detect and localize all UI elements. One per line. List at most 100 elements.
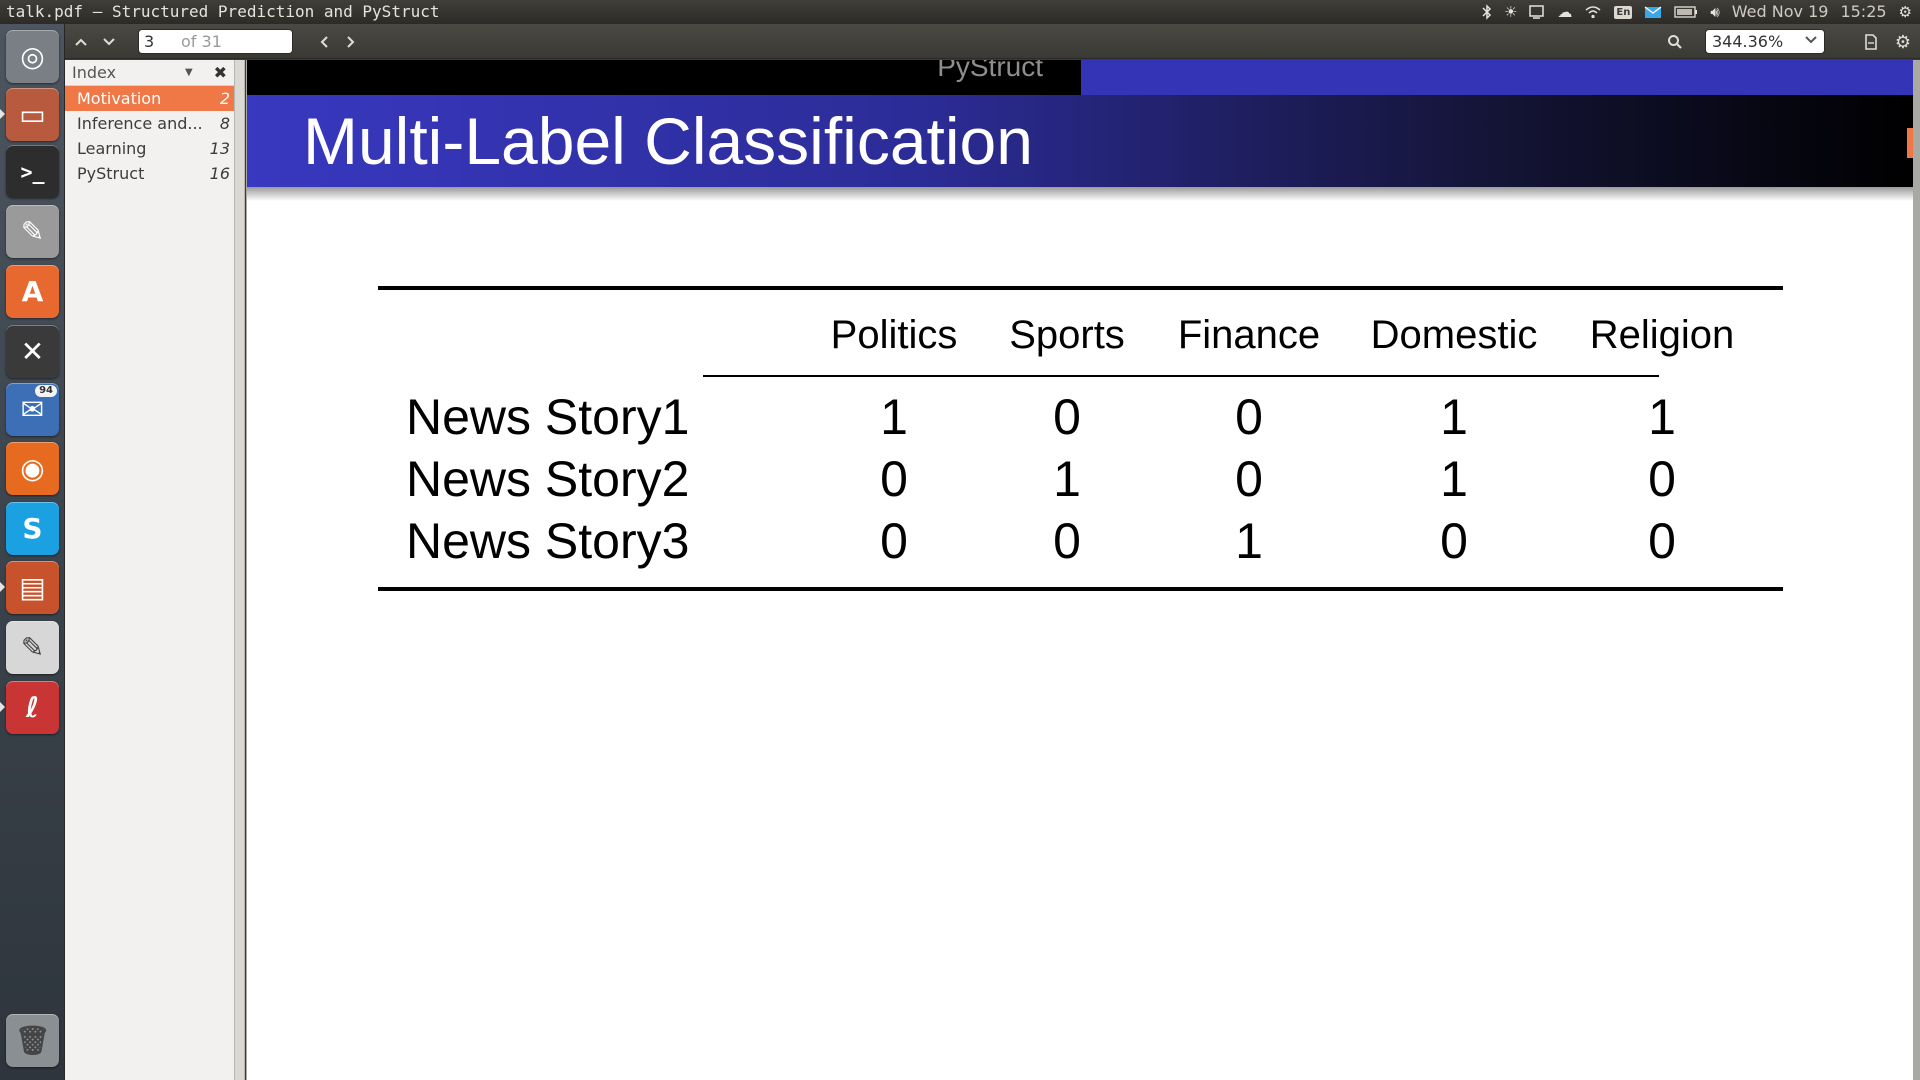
keyboard-icon[interactable]: En	[1614, 5, 1633, 19]
presentation-icon: ▤	[19, 571, 46, 604]
battery-icon[interactable]	[1674, 6, 1698, 18]
text-editor-icon: ✎	[20, 631, 45, 664]
panel-date[interactable]: Wed Nov 19	[1732, 0, 1829, 24]
running-indicator	[0, 582, 5, 592]
shopping-bag-icon: A	[21, 275, 44, 308]
unread-count-badge: 94	[35, 385, 57, 397]
firefox-icon: ◉	[20, 452, 45, 485]
column-header: Politics	[830, 313, 958, 357]
search-icon	[1668, 35, 1682, 49]
column-header: Finance	[1177, 313, 1321, 357]
index-item-label: Motivation	[77, 89, 162, 108]
index-item-page: 8	[219, 114, 230, 133]
history-back-button[interactable]	[311, 29, 337, 55]
multi-label-table: Politics Sports Finance Domestic Religion New…	[378, 286, 1783, 591]
index-list: Motivation 2 Inference and... 8 Learning 13 Py…	[65, 86, 234, 186]
settings-tools-icon: ✎	[20, 215, 45, 248]
launcher-item-firefox[interactable]: ◉	[6, 442, 59, 495]
row-label: News Story3	[406, 513, 690, 569]
launcher-item-software-center[interactable]: A	[6, 265, 59, 318]
launcher-item-system-settings[interactable]: ✎	[6, 205, 59, 258]
mail-icon[interactable]	[1644, 5, 1662, 19]
cloud-icon[interactable]: ☁	[1557, 0, 1572, 24]
document-properties-button[interactable]	[1858, 29, 1884, 55]
bluetooth-icon[interactable]	[1482, 4, 1492, 20]
chevron-right-icon	[347, 36, 355, 48]
sidebar-splitter[interactable]	[235, 60, 245, 1080]
document-icon	[1865, 34, 1877, 50]
slide-nav-bar: PyStruct	[247, 60, 1081, 95]
table-cell: 1	[1648, 389, 1676, 445]
table-top-rule	[378, 286, 1783, 290]
index-item-motivation[interactable]: Motivation 2	[65, 86, 234, 111]
indicator-area: ☀ ☁ En 🔊︎ Wed Nov 19 15:25 ⚙	[1482, 0, 1912, 24]
table-cell: 0	[1648, 451, 1676, 507]
launcher-item-dash[interactable]: ◎	[6, 30, 59, 83]
slide-nav-bar-accent	[1081, 60, 1913, 95]
sidebar-mode-select[interactable]: Index	[72, 63, 116, 82]
file-cabinet-icon: ▭	[19, 98, 46, 131]
table-cell: 0	[1648, 513, 1676, 569]
toolbar: of 31 344.36% ⚙	[65, 24, 1920, 59]
page-number-input[interactable]	[139, 30, 181, 53]
launcher-item-impress[interactable]: ▤	[0, 561, 59, 614]
index-item-pystruct[interactable]: PyStruct 16	[65, 161, 234, 186]
previous-page-button[interactable]	[68, 29, 94, 55]
document-view[interactable]: PyStruct Multi-Label Classification Poli…	[246, 60, 1920, 1080]
chevron-down-icon	[103, 38, 115, 46]
chevron-down-icon	[1804, 30, 1818, 53]
title-shadow	[247, 187, 1913, 201]
settings-icon[interactable]: ⚙	[1899, 0, 1912, 24]
history-forward-button[interactable]	[338, 29, 364, 55]
launcher-item-xchat[interactable]: ✕	[6, 325, 59, 378]
slide-nav-section: PyStruct	[937, 60, 1043, 82]
table-cell: 0	[880, 513, 908, 569]
find-button[interactable]	[1662, 29, 1688, 55]
table-cell: 0	[1235, 389, 1263, 445]
wifi-icon[interactable]	[1584, 5, 1602, 19]
index-item-label: Learning	[77, 139, 147, 158]
panel-time[interactable]: 15:25	[1840, 0, 1886, 24]
launcher-item-trash[interactable]: 🗑︎	[6, 1014, 59, 1067]
column-header: Religion	[1589, 313, 1735, 357]
index-item-learning[interactable]: Learning 13	[65, 136, 234, 161]
zoom-select[interactable]: 344.36%	[1705, 29, 1825, 54]
menu-button[interactable]: ⚙	[1890, 29, 1916, 55]
display-icon[interactable]	[1529, 5, 1545, 19]
pdf-page: PyStruct Multi-Label Classification Poli…	[247, 60, 1913, 1080]
row-label: News Story2	[406, 451, 690, 507]
slide-title-bar: Multi-Label Classification	[247, 95, 1913, 187]
table-cell: 0	[1053, 389, 1081, 445]
column-header: Sports	[1009, 313, 1125, 357]
ubuntu-logo-icon: ◎	[20, 40, 45, 73]
launcher-item-thunderbird[interactable]: ✉ 94	[6, 383, 59, 436]
launcher-item-text-editor[interactable]: ✎	[6, 621, 59, 674]
table-bottom-rule	[378, 587, 1783, 591]
skype-icon: S	[22, 512, 43, 545]
running-indicator	[0, 702, 5, 712]
trash-icon: 🗑︎	[14, 1024, 51, 1057]
volume-icon[interactable]: 🔊︎	[1710, 0, 1719, 24]
index-item-inference-and[interactable]: Inference and... 8	[65, 111, 234, 136]
index-item-page: 2	[219, 89, 230, 108]
pdf-viewer-icon: ℓ	[25, 691, 40, 724]
table-cell: 1	[1440, 451, 1468, 507]
launcher-item-pdf-viewer[interactable]: ℓ	[0, 681, 59, 734]
table-cell: 1	[880, 389, 908, 445]
column-header: Domestic	[1370, 313, 1538, 357]
scroll-indicator[interactable]	[1907, 128, 1913, 158]
launcher-item-files[interactable]: ▭	[0, 88, 59, 141]
close-icon[interactable]: ✖	[214, 60, 227, 86]
table-cell: 1	[1053, 451, 1081, 507]
index-item-label: Inference and...	[77, 114, 203, 133]
dropdown-arrow-icon[interactable]: ▼	[185, 60, 193, 86]
thunderbird-icon: ✉	[20, 393, 45, 426]
zoom-value: 344.36%	[1712, 32, 1784, 51]
next-page-button[interactable]	[96, 29, 122, 55]
xchat-icon: ✕	[20, 335, 45, 368]
launcher-item-skype[interactable]: S	[6, 502, 59, 555]
launcher-item-terminal[interactable]: >_	[6, 145, 59, 198]
brightness-icon[interactable]: ☀	[1504, 0, 1517, 24]
slide-title: Multi-Label Classification	[303, 104, 1033, 178]
running-indicator	[0, 109, 5, 119]
